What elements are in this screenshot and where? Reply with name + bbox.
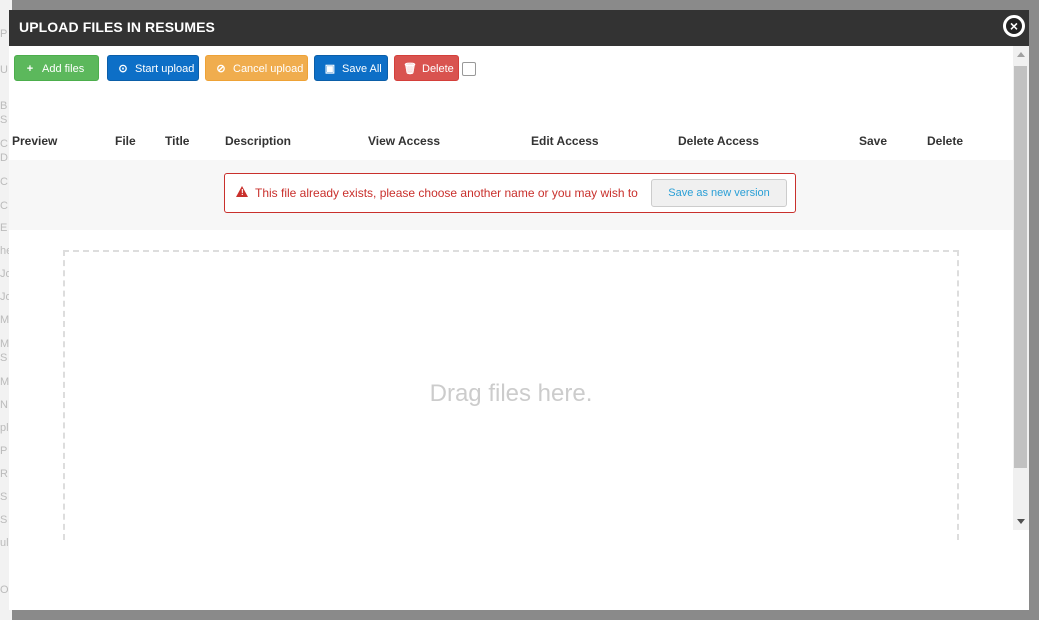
- ban-icon: ⊘: [216, 63, 226, 75]
- column-header-delete: Delete: [927, 134, 964, 148]
- column-header-title: Title: [165, 134, 190, 148]
- background-text: C: [0, 176, 8, 188]
- column-header-file: File: [115, 134, 136, 148]
- background-text: P: [0, 445, 8, 457]
- column-header-save: Save: [859, 134, 888, 148]
- scrollbar-thumb[interactable]: [1014, 66, 1027, 468]
- files-table-header: Preview File Title Description View Acce…: [9, 134, 1013, 161]
- background-text: U: [0, 64, 8, 76]
- background-text: C: [0, 138, 8, 150]
- save-all-button[interactable]: ▣ Save All: [314, 55, 388, 81]
- close-icon[interactable]: ×: [1003, 15, 1025, 37]
- modal-content: + Add files ⊙ Start upload ⊘ Cancel upload …: [9, 46, 1013, 610]
- upload-modal: UPLOAD FILES IN RESUMES × + Add files ⊙ St…: [9, 10, 1029, 610]
- floppy-disk-icon: ▣: [324, 63, 336, 75]
- background-text: O: [0, 584, 9, 596]
- background-text: pl: [0, 422, 9, 434]
- save-all-label: Save All: [342, 63, 382, 75]
- table-row: ! This file already exists, please choos…: [9, 160, 1013, 230]
- drop-zone-hint: Drag files here.: [429, 380, 593, 407]
- background-text: M: [0, 376, 10, 388]
- background-text: P: [0, 28, 8, 40]
- column-header-description: Description: [225, 134, 292, 148]
- delete-label: Delete: [422, 63, 454, 75]
- background-text: M: [0, 314, 10, 326]
- plus-icon: +: [26, 63, 34, 75]
- background-text: B: [0, 100, 8, 112]
- background-text: ul: [0, 537, 9, 549]
- scroll-down-arrow-icon[interactable]: [1017, 519, 1025, 524]
- start-upload-button[interactable]: ⊙ Start upload: [107, 55, 199, 81]
- vertical-scrollbar[interactable]: [1013, 46, 1029, 530]
- trash-icon: 🗑: [403, 63, 417, 75]
- cancel-upload-button[interactable]: ⊘ Cancel upload: [205, 55, 308, 81]
- delete-button[interactable]: 🗑 Delete: [394, 55, 459, 81]
- column-header-edit-access: Edit Access: [531, 134, 599, 148]
- start-upload-label: Start upload: [135, 63, 195, 75]
- add-files-label: Add files: [42, 63, 85, 75]
- cancel-upload-label: Cancel upload: [233, 63, 304, 75]
- background-text: S: [0, 114, 8, 126]
- background-text: S: [0, 491, 8, 503]
- warning-mark: !: [241, 188, 244, 197]
- background-text: S: [0, 352, 8, 364]
- column-header-view-access: View Access: [368, 134, 441, 148]
- background-text: D: [0, 152, 8, 164]
- close-glyph: ×: [1006, 18, 1022, 34]
- column-header-delete-access: Delete Access: [678, 134, 759, 148]
- background-text: S: [0, 514, 8, 526]
- save-as-new-version-button[interactable]: Save as new version: [651, 179, 787, 207]
- alert-message: This file already exists, please choose …: [255, 186, 638, 200]
- select-all-checkbox[interactable]: [462, 62, 476, 76]
- add-files-button[interactable]: + Add files: [14, 55, 99, 81]
- column-header-preview: Preview: [12, 134, 58, 148]
- background-text: M: [0, 338, 10, 350]
- background-text: R: [0, 468, 8, 480]
- modal-titlebar: UPLOAD FILES IN RESUMES ×: [9, 10, 1029, 46]
- background-text: C: [0, 200, 8, 212]
- modal-title: UPLOAD FILES IN RESUMES: [19, 19, 215, 35]
- background-text: E: [0, 222, 8, 234]
- file-exists-alert: ! This file already exists, please choos…: [224, 173, 796, 213]
- background-text: N: [0, 399, 8, 411]
- drop-zone[interactable]: Drag files here.: [63, 250, 959, 540]
- scroll-up-arrow-icon[interactable]: [1017, 52, 1025, 57]
- upload-circle-icon: ⊙: [118, 63, 128, 75]
